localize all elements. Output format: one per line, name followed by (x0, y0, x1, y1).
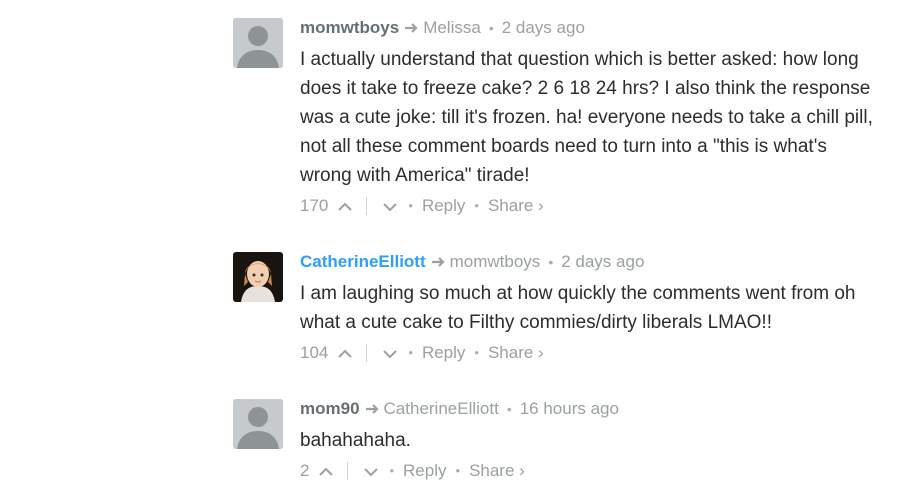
vote-count: 170 (300, 196, 329, 215)
timestamp-link[interactable]: 2 days ago (502, 18, 585, 37)
author-link[interactable]: momwtboys (300, 18, 399, 37)
comment-header: momwtboys Melissa • 2 days ago (300, 18, 880, 38)
comment-body: CatherineElliott momwtboys • 2 days ago I a… (300, 252, 880, 363)
separator-dot: • (408, 345, 413, 360)
downvote-icon[interactable] (381, 199, 399, 213)
comment-body: mom90 CatherineElliott • 16 hours ago bahah… (300, 399, 880, 481)
reply-arrow-icon (365, 401, 381, 421)
reply-arrow-icon (404, 20, 420, 40)
share-button[interactable]: Share › (488, 196, 544, 216)
reply-button[interactable]: Reply (422, 343, 465, 363)
upvote-icon[interactable] (317, 464, 335, 478)
vote-divider (347, 462, 349, 480)
comment-text: I actually understand that question whic… (300, 49, 873, 186)
separator-dot: • (506, 401, 512, 417)
parent-author-link[interactable]: Melissa (423, 18, 481, 37)
comment-body: momwtboys Melissa • 2 days ago I actually u… (300, 18, 880, 216)
separator-dot: • (455, 463, 461, 478)
avatar[interactable] (233, 399, 283, 449)
comment-text: bahahahaha. (300, 430, 411, 451)
timestamp-link[interactable]: 16 hours ago (520, 399, 619, 418)
reply-arrow-icon (431, 254, 447, 274)
comment-text: I am laughing so much at how quickly the… (300, 283, 856, 333)
timestamp-link[interactable]: 2 days ago (561, 252, 644, 271)
user-avatar-icon (233, 252, 283, 302)
separator-dot: • (548, 254, 554, 270)
separator-dot: • (474, 345, 479, 360)
share-button[interactable]: Share › (469, 461, 525, 481)
share-button[interactable]: Share › (488, 343, 544, 363)
avatar[interactable] (233, 18, 283, 68)
comment-footer: 170 • Reply • Share › (300, 196, 880, 216)
comment-header: CatherineElliott momwtboys • 2 days ago (300, 252, 880, 272)
downvote-icon[interactable] (362, 464, 380, 478)
separator-dot: • (488, 20, 494, 36)
comment-footer: 2 • Reply • Share › (300, 461, 880, 481)
separator-dot: • (408, 198, 413, 213)
parent-author-link[interactable]: momwtboys (450, 252, 541, 271)
vote-divider (366, 197, 368, 215)
upvote-icon[interactable] (336, 199, 354, 213)
downvote-icon[interactable] (381, 346, 399, 360)
separator-dot: • (389, 463, 395, 478)
default-user-icon (233, 399, 283, 449)
reply-button[interactable]: Reply (403, 461, 446, 481)
reply-button[interactable]: Reply (422, 196, 465, 216)
upvote-icon[interactable] (336, 346, 354, 360)
comment-footer: 104 • Reply • Share › (300, 343, 880, 363)
author-link[interactable]: mom90 (300, 399, 360, 418)
vote-count: 104 (300, 343, 329, 362)
parent-author-link[interactable]: CatherineElliott (384, 399, 499, 418)
default-user-icon (233, 18, 283, 68)
author-link[interactable]: CatherineElliott (300, 252, 426, 271)
comment-header: mom90 CatherineElliott • 16 hours ago (300, 399, 880, 419)
vote-count: 2 (300, 461, 310, 480)
vote-divider (366, 344, 368, 362)
avatar[interactable] (233, 252, 283, 302)
separator-dot: • (474, 198, 479, 213)
